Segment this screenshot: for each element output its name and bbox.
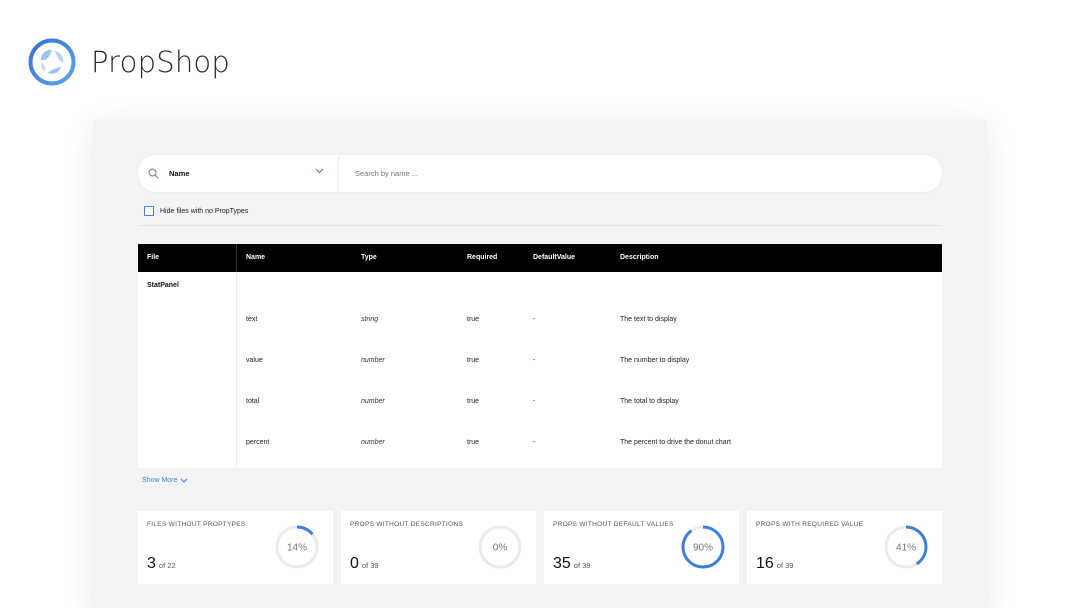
brand-name: PropShop [91,45,230,79]
column-header-type: Type [361,254,377,261]
table-row: text string true - The text to display [138,312,942,328]
search-select-label: Name [169,169,190,178]
table-row: total number true - The total to display [138,394,942,410]
stat-total: of 39 [361,561,379,570]
search-input[interactable] [339,155,942,192]
stat-count: 16 [756,555,774,572]
search-field-select[interactable]: Name [138,155,339,192]
propshop-logo-icon [28,38,76,86]
stat-title: PROPS WITHOUT DEFAULT VALUES [553,521,674,528]
column-header-file: File [147,254,160,261]
column-header-description: Description [620,254,659,261]
prop-type: string [361,316,379,323]
stat-total: of 39 [776,561,794,570]
prop-required: true [467,398,480,405]
table-header: File Name Type Required DefaultValue Des… [138,244,942,272]
stat-value: 3 of 22 [147,555,176,573]
prop-required: true [467,357,480,364]
prop-name: value [246,357,263,364]
prop-type: number [361,357,385,364]
stat-title: FILES WITHOUT PROPTYPES [147,521,246,528]
show-more-label: Show More [142,477,178,484]
prop-required: true [467,316,480,323]
prop-description: The total to display [620,398,679,405]
donut-chart: 0% [478,525,522,569]
prop-name: percent [246,439,270,446]
svg-text:0%: 0% [493,543,508,554]
prop-type: number [361,439,385,446]
prop-description: The number to display [620,357,690,364]
stat-card: FILES WITHOUT PROPTYPES 3 of 22 14% [138,511,333,584]
stat-card: PROPS WITH REQUIRED VALUE 16 of 39 41% [747,511,942,584]
chevron-down-icon [315,168,324,174]
prop-name: text [246,316,258,323]
main-panel: Name Hide files with no PropTypes File N… [94,120,986,608]
prop-default: - [533,357,536,364]
svg-text:41%: 41% [896,543,916,554]
props-table: File Name Type Required DefaultValue Des… [138,244,942,468]
hide-files-label: Hide files with no PropTypes [160,207,249,215]
prop-default: - [533,439,536,446]
chevron-down-icon [181,478,188,483]
stat-value: 35 of 39 [553,555,590,573]
table-row: value number true - The number to displa… [138,353,942,369]
prop-description: The percent to drive the donut chart [620,439,731,446]
table-row: percent number true - The percent to dri… [138,435,942,451]
stat-card: PROPS WITHOUT DEFAULT VALUES 35 of 39 90… [544,511,739,584]
hide-files-option[interactable]: Hide files with no PropTypes [144,206,248,216]
stat-total: of 22 [158,561,176,570]
prop-required: true [467,439,480,446]
column-header-default-value: DefaultValue [533,254,576,261]
donut-chart: 14% [275,525,319,569]
divider [138,225,942,226]
prop-name: total [246,398,260,405]
stat-total: of 39 [573,561,591,570]
header-separator [236,244,237,272]
donut-chart: 41% [884,525,928,569]
svg-text:90%: 90% [693,543,713,554]
column-header-name: Name [246,254,266,261]
stat-count: 3 [147,555,156,572]
stat-value: 0 of 39 [350,555,379,573]
prop-description: The text to display [620,316,677,323]
stat-count: 0 [350,555,359,572]
prop-default: - [533,398,536,405]
stat-count: 35 [553,555,571,572]
prop-type: number [361,398,385,405]
stat-title: PROPS WITHOUT DESCRIPTIONS [350,521,464,528]
svg-text:14%: 14% [287,543,307,554]
donut-chart: 90% [681,525,725,569]
stat-title: PROPS WITH REQUIRED VALUE [756,521,864,528]
file-name: StatPanel [147,282,179,289]
search-bar: Name [138,155,942,192]
prop-default: - [533,316,536,323]
stat-card: PROPS WITHOUT DESCRIPTIONS 0 of 39 0% [341,511,536,584]
brand: PropShop [28,38,230,86]
stat-value: 16 of 39 [756,555,793,573]
column-header-required: Required [467,254,498,261]
hide-files-checkbox[interactable] [144,206,154,216]
show-more-button[interactable]: Show More [142,477,188,484]
search-icon [148,168,159,179]
